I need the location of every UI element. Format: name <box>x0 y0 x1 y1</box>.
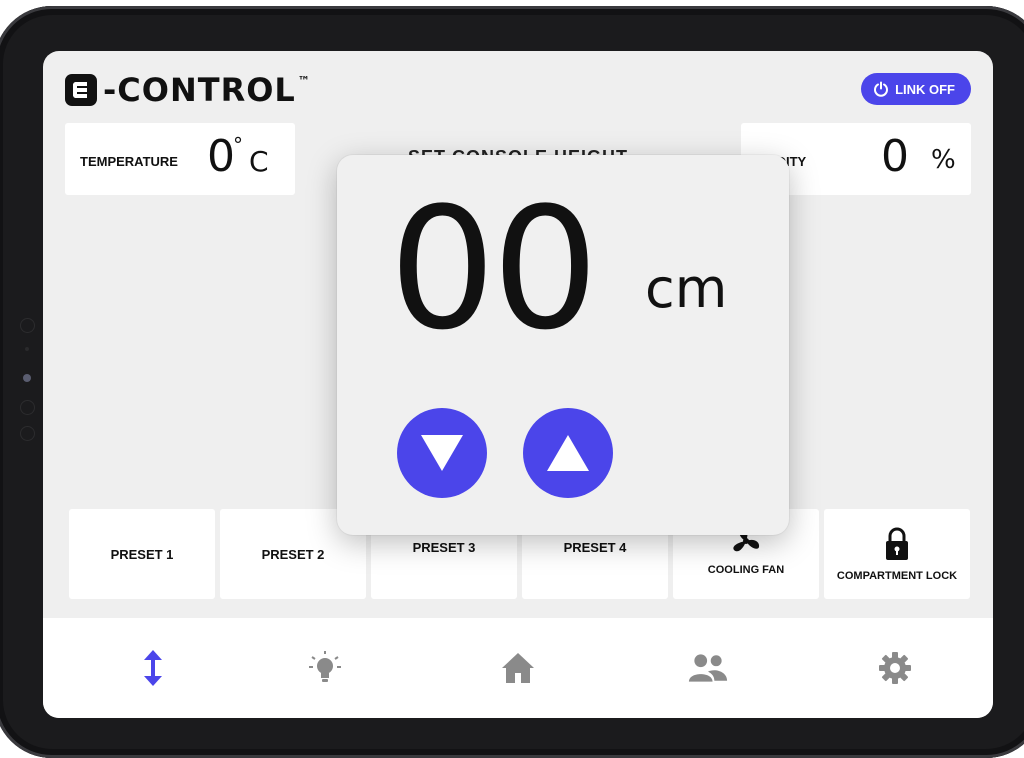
tablet-frame: -CONTROL ™ LINK OFF TEMPERATURE 0 ° C SE… <box>0 6 1024 758</box>
power-icon <box>874 81 889 97</box>
height-up-button[interactable] <box>523 408 613 498</box>
nav-users[interactable] <box>688 648 728 688</box>
triangle-up-icon <box>547 435 589 471</box>
sensor-ring <box>20 426 35 441</box>
triangle-down-icon <box>421 435 463 471</box>
height-value: 00 <box>389 171 599 367</box>
humidity-value: 0 <box>881 131 909 182</box>
app-screen: -CONTROL ™ LINK OFF TEMPERATURE 0 ° C SE… <box>43 51 993 718</box>
temperature-label: TEMPERATURE <box>80 154 178 169</box>
height-unit: cm <box>645 257 728 320</box>
camera-dot <box>23 374 31 382</box>
temperature-value: 0 <box>207 131 235 182</box>
light-bulb-icon <box>309 651 341 682</box>
preset-1-tile[interactable]: PRESET 1 <box>69 509 215 599</box>
bottom-nav <box>43 618 993 718</box>
link-off-button[interactable]: LINK OFF <box>861 73 971 105</box>
sensor-ring <box>20 318 35 333</box>
home-icon <box>502 653 534 683</box>
nav-height[interactable] <box>133 648 173 688</box>
cooling-fan-label: COOLING FAN <box>707 564 785 576</box>
height-popup: 00 cm <box>337 155 789 535</box>
app-logo: -CONTROL ™ <box>65 71 310 109</box>
humidity-unit: % <box>931 145 956 175</box>
logo-badge-icon <box>65 74 97 106</box>
preset-4-label: PRESET 4 <box>563 539 627 555</box>
preset-1-label: PRESET 1 <box>110 546 174 562</box>
height-down-button[interactable] <box>397 408 487 498</box>
sensor-dot <box>25 347 29 351</box>
compartment-lock-label: COMPARTMENT LOCK <box>836 570 958 582</box>
temperature-unit: C <box>249 145 269 178</box>
preset-2-label: PRESET 2 <box>261 546 325 562</box>
compartment-lock-tile[interactable]: COMPARTMENT LOCK <box>824 509 970 599</box>
gear-icon <box>879 652 911 684</box>
nav-settings[interactable] <box>875 648 915 688</box>
temperature-degree: ° <box>233 133 243 157</box>
nav-lighting[interactable] <box>305 648 345 688</box>
height-icon <box>144 650 162 686</box>
users-icon <box>688 654 728 682</box>
sensor-ring <box>20 400 35 415</box>
temperature-card: TEMPERATURE 0 ° C <box>65 123 295 195</box>
logo-trademark: ™ <box>297 74 310 88</box>
logo-text: -CONTROL <box>103 71 296 109</box>
lock-icon <box>886 527 908 560</box>
preset-3-label: PRESET 3 <box>412 539 476 555</box>
nav-home[interactable] <box>498 648 538 688</box>
link-off-label: LINK OFF <box>895 81 955 97</box>
